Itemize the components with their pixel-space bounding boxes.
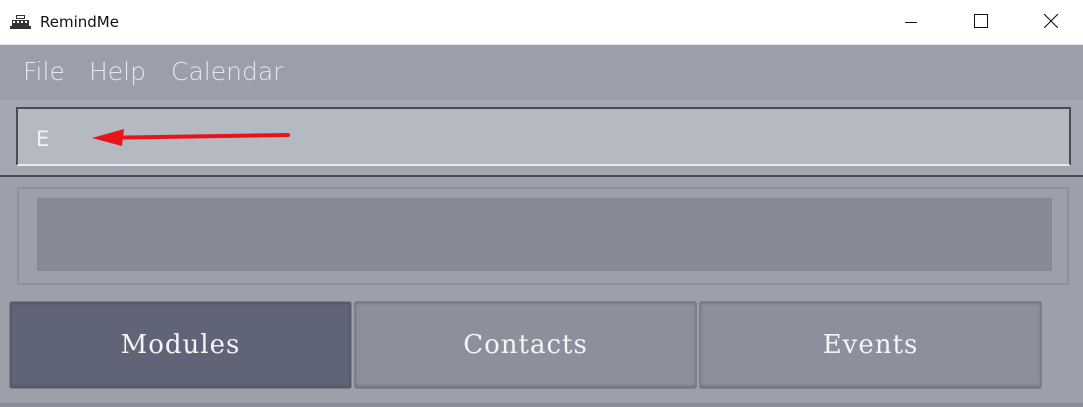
close-button[interactable] — [1028, 0, 1074, 45]
command-input-value: E — [36, 127, 50, 151]
tab-contacts[interactable]: Contacts — [354, 301, 697, 389]
menu-item-file[interactable]: File — [23, 55, 65, 89]
bottom-divider — [0, 403, 1083, 407]
close-icon — [1043, 13, 1059, 32]
result-display[interactable] — [37, 198, 1052, 271]
menu-bar: File Help Calendar — [0, 45, 1083, 100]
red-arrow-annotation-icon — [88, 124, 298, 148]
result-display-area — [0, 177, 1083, 297]
tab-modules[interactable]: Modules — [9, 301, 352, 389]
window-title: RemindMe — [40, 13, 119, 31]
app-window: RemindMe File Help Calendar E Modules Co… — [0, 0, 1083, 407]
command-box-area: E — [0, 100, 1083, 177]
menu-item-calendar[interactable]: Calendar — [171, 55, 283, 89]
menu-item-help[interactable]: Help — [89, 55, 146, 89]
title-bar: RemindMe — [0, 0, 1083, 45]
tab-events[interactable]: Events — [699, 301, 1042, 389]
minimize-icon — [905, 13, 917, 32]
maximize-button[interactable] — [958, 0, 1004, 45]
calendar-app-icon — [10, 15, 31, 30]
command-input[interactable]: E — [16, 107, 1071, 166]
minimize-button[interactable] — [888, 0, 934, 45]
maximize-icon — [974, 13, 988, 32]
tab-bar: Modules Contacts Events — [0, 297, 1083, 407]
